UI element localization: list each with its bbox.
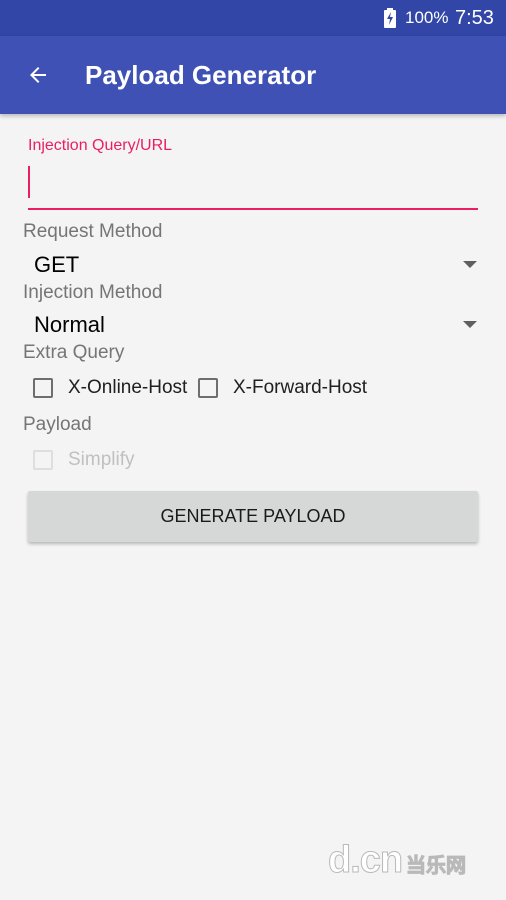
arrow-back-icon: [30, 67, 46, 83]
watermark-logo: d.cn 当乐网: [327, 838, 488, 886]
watermark-latin: d.cn: [327, 839, 403, 882]
app-bar: Payload Generator: [0, 36, 506, 114]
page-title: Payload Generator: [85, 60, 317, 90]
payload-label: Payload: [23, 414, 92, 435]
watermark-cjk: 当乐网: [406, 855, 467, 878]
request-method-value: GET: [34, 252, 80, 277]
dropdown-arrow-icon: [463, 321, 477, 328]
x-online-host-label: X-Online-Host: [68, 377, 188, 398]
injection-url-input[interactable]: [28, 162, 478, 210]
injection-url-label: Injection Query/URL: [28, 137, 173, 154]
x-forward-host-label: X-Forward-Host: [233, 377, 368, 398]
battery-charging-icon: [384, 8, 396, 28]
status-bar: 100% 7:53: [0, 0, 506, 36]
dropdown-arrow-icon: [463, 261, 477, 268]
extra-query-label: Extra Query: [23, 342, 125, 363]
request-method-dropdown[interactable]: GET: [23, 248, 483, 282]
injection-method-value: Normal: [34, 312, 105, 337]
x-forward-host-checkbox[interactable]: X-Forward-Host: [198, 375, 378, 405]
simplify-label: Simplify: [68, 449, 135, 470]
simplify-checkbox[interactable]: Simplify: [33, 447, 143, 477]
checkbox-box: [33, 378, 53, 398]
request-method-label: Request Method: [23, 221, 163, 242]
text-cursor: [28, 166, 30, 198]
checkbox-box: [198, 378, 218, 398]
injection-method-label: Injection Method: [23, 282, 163, 303]
clock: 7:53: [455, 7, 494, 29]
injection-method-dropdown[interactable]: Normal: [23, 308, 483, 342]
back-button[interactable]: [18, 55, 58, 95]
x-online-host-checkbox[interactable]: X-Online-Host: [33, 375, 193, 405]
checkbox-box: [33, 450, 53, 470]
battery-percent: 100%: [405, 8, 449, 27]
generate-payload-button[interactable]: GENERATE PAYLOAD: [28, 491, 478, 542]
